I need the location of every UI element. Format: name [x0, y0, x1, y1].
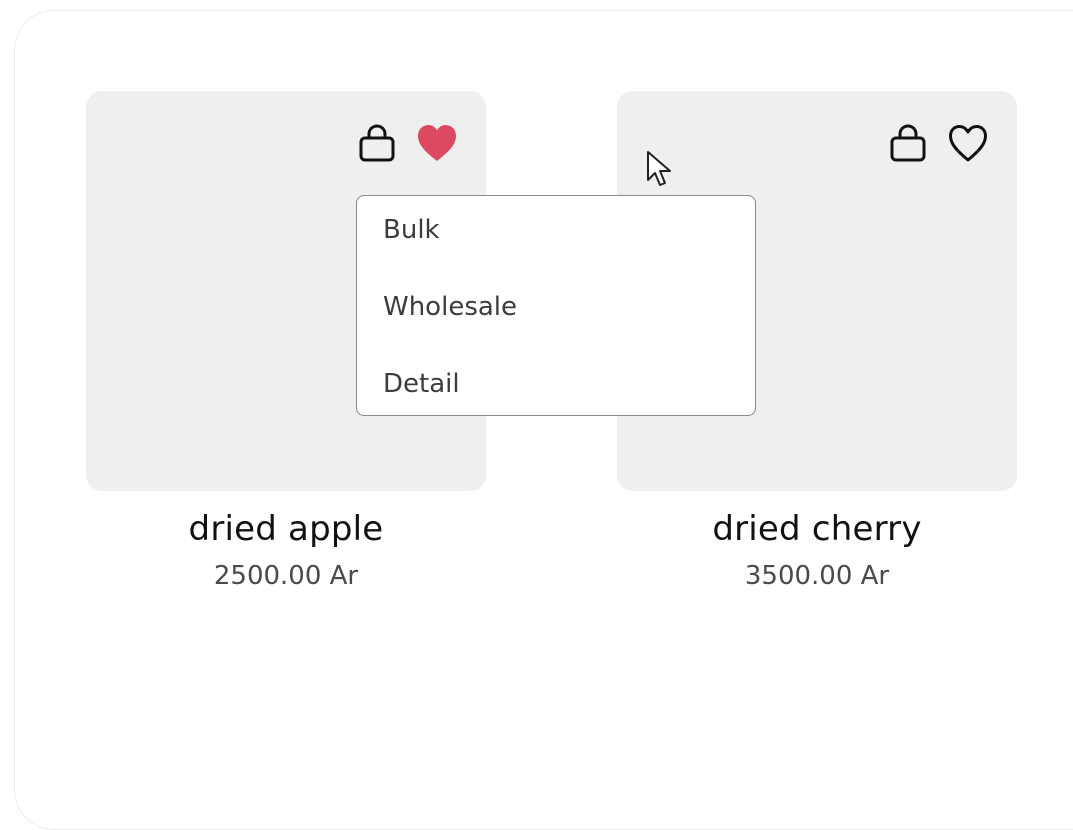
shopping-bag-icon[interactable]: [887, 123, 929, 165]
product-price: 3500.00 Ar: [744, 561, 890, 591]
shopping-bag-icon[interactable]: [356, 123, 398, 165]
menu-item-bulk[interactable]: Bulk: [357, 210, 755, 287]
heart-outline-icon[interactable]: [947, 123, 989, 165]
product-name[interactable]: dried cherry: [617, 509, 1017, 549]
purchase-type-menu: Bulk Wholesale Detail: [356, 195, 756, 416]
menu-item-detail[interactable]: Detail: [357, 364, 755, 441]
heart-filled-icon[interactable]: [416, 123, 458, 165]
product-price: 2500.00 Ar: [213, 561, 359, 591]
menu-item-wholesale[interactable]: Wholesale: [357, 287, 755, 364]
product-name[interactable]: dried apple: [86, 509, 486, 549]
mouse-cursor-icon: [647, 151, 671, 186]
product-actions: [887, 123, 989, 165]
product-actions: [356, 123, 458, 165]
